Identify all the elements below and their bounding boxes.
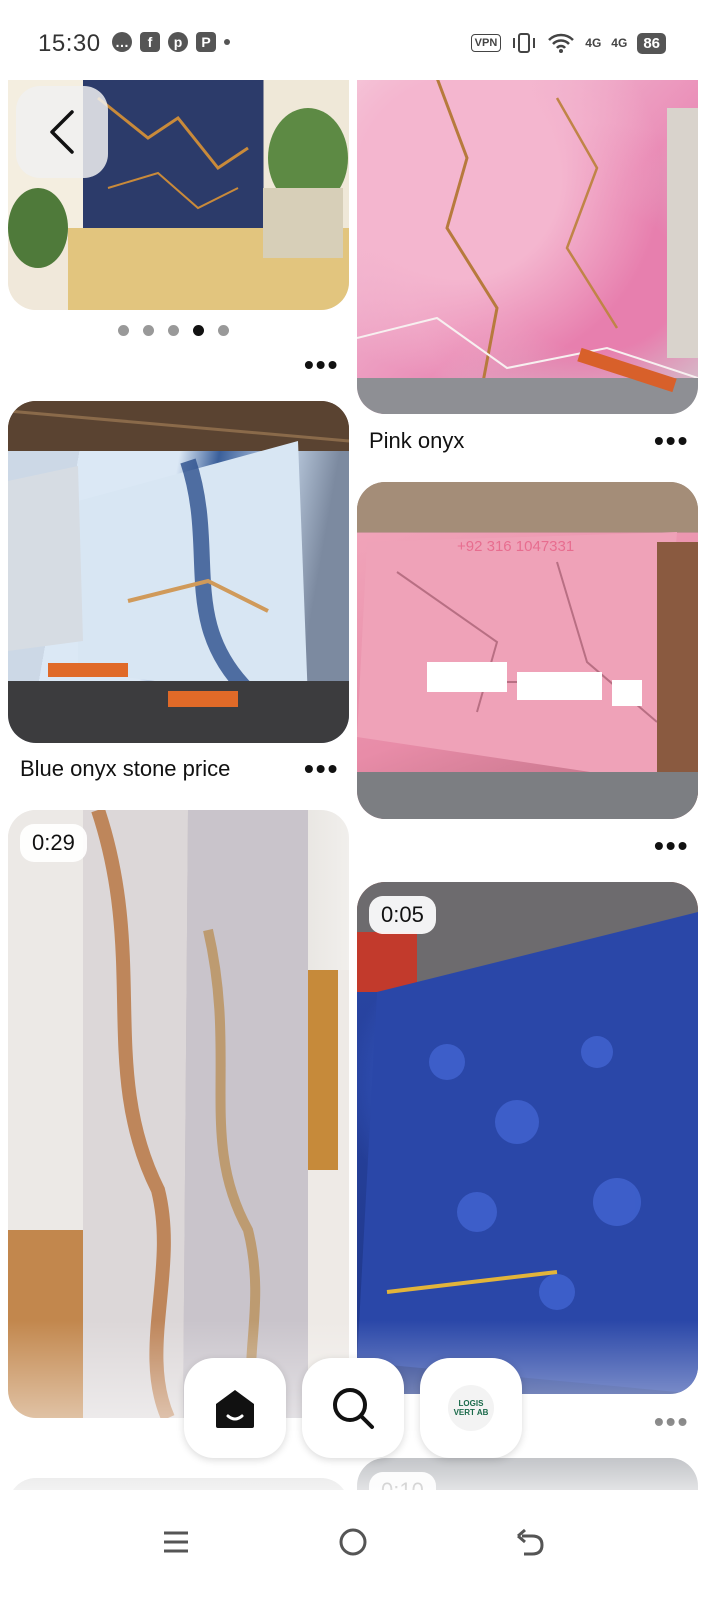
carousel-indicator — [118, 325, 229, 336]
pin-image-pink-onyx[interactable] — [357, 78, 698, 414]
facebook-icon: f — [140, 32, 160, 52]
menu-icon — [164, 1531, 188, 1553]
marble-column — [8, 810, 349, 1418]
onyx-veins — [357, 78, 698, 414]
granite-texture — [357, 882, 698, 1394]
watermark-text: +92 316 1047331 — [457, 538, 575, 555]
app-icon: P — [196, 32, 216, 52]
home-icon — [216, 1390, 254, 1428]
more-options-button[interactable]: ••• — [654, 832, 689, 860]
signal-4g-2: 4G — [611, 36, 628, 50]
pin-image-blue-onyx[interactable] — [8, 401, 349, 743]
carousel-dot — [168, 325, 179, 336]
chevron-left-icon — [50, 110, 74, 154]
back-button[interactable] — [16, 86, 108, 178]
notification-icons: … f p P — [112, 32, 230, 52]
video-duration-badge: 0:29 — [20, 824, 87, 862]
nav-profile-button[interactable]: LOGIS VERT AB — [420, 1358, 522, 1458]
avatar: LOGIS VERT AB — [448, 1385, 494, 1431]
search-icon — [333, 1388, 374, 1429]
pink-slab — [357, 482, 698, 819]
pin-video-marble-column[interactable]: 0:29 — [8, 810, 349, 1418]
back-icon — [517, 1528, 544, 1556]
vibrate-icon — [513, 33, 536, 53]
more-options-button[interactable]: ••• — [654, 1408, 689, 1436]
carousel-dot — [118, 325, 129, 336]
more-notifications-dot — [224, 39, 230, 45]
more-options-button[interactable]: ••• — [304, 351, 339, 379]
vpn-icon: VPN — [470, 34, 502, 52]
signal-4g-1: 4G — [585, 36, 602, 50]
status-time: 15:30 — [38, 30, 101, 57]
wifi-icon — [548, 33, 575, 53]
video-duration-badge: 0:05 — [369, 896, 436, 934]
carousel-dot — [143, 325, 154, 336]
nav-search-button[interactable] — [302, 1358, 404, 1458]
more-options-button[interactable]: ••• — [654, 427, 689, 455]
nav-home-button[interactable] — [184, 1358, 286, 1458]
pin-video-blue-granite[interactable]: 0:05 — [357, 882, 698, 1394]
pin-title[interactable]: Pink onyx — [369, 428, 464, 454]
system-icons: VPN 4G 4G 86 — [470, 32, 666, 54]
chat-icon: … — [112, 32, 132, 52]
onyx-slab — [8, 401, 349, 743]
pin-title[interactable]: Blue onyx stone price — [20, 756, 230, 782]
more-options-button[interactable]: ••• — [304, 755, 339, 783]
system-back-button[interactable] — [500, 1512, 560, 1572]
recent-apps-button[interactable] — [146, 1512, 206, 1572]
carousel-dot-active — [193, 325, 204, 336]
pin-image-pink-slab[interactable]: +92 316 1047331 — [357, 482, 698, 819]
pinterest-icon: p — [168, 32, 188, 52]
status-bar: 15:30 … f p P VPN 4G 4G 86 — [0, 0, 720, 80]
carousel-dot — [218, 325, 229, 336]
battery-indicator: 86 — [637, 32, 666, 54]
system-home-button[interactable] — [323, 1512, 383, 1572]
system-nav-bar — [0, 1490, 720, 1600]
circle-home-icon — [339, 1528, 367, 1556]
